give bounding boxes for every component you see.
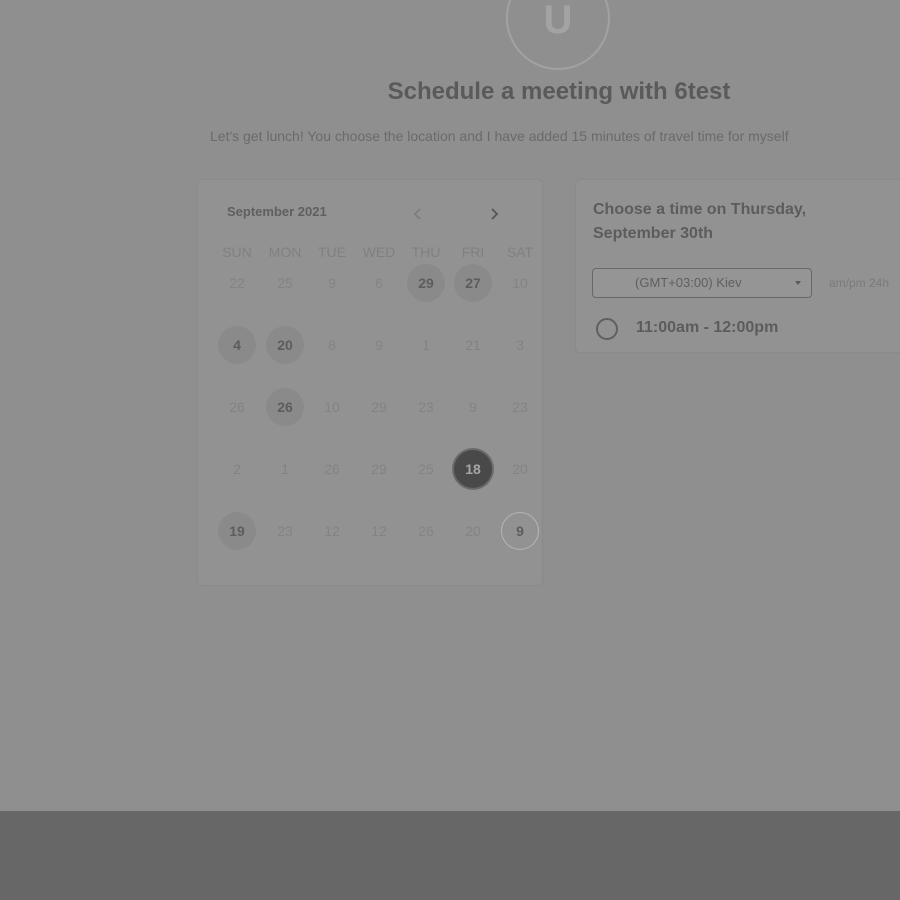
time-slot-option[interactable]: 11:00am - 12:00pm [596, 317, 856, 343]
calendar-day: 25 [418, 461, 434, 477]
calendar-day: 23 [512, 399, 528, 415]
weekday-label: MON [268, 244, 302, 260]
weekday-label: TUE [318, 244, 346, 260]
calendar-day: 21 [465, 337, 481, 353]
page-title: Schedule a meeting with 6test [387, 78, 731, 105]
calendar-day[interactable]: 26 [266, 388, 304, 426]
calendar-day[interactable]: 29 [407, 264, 445, 302]
timezone-select[interactable]: (GMT+03:00) Kiev [592, 268, 812, 298]
page-description: Let's get lunch! You choose the location… [210, 128, 789, 144]
previous-month-button[interactable] [406, 202, 430, 226]
time-heading: Choose a time on Thursday, September 30t… [593, 201, 807, 242]
caret-down-icon [795, 281, 801, 285]
timezone-value: (GMT+03:00) Kiev [635, 275, 742, 290]
calendar-day: 8 [328, 337, 336, 353]
calendar-day: 1 [281, 461, 289, 477]
time-selection-panel: Choose a time on Thursday, September 30t… [576, 180, 900, 352]
chevron-right-icon [491, 208, 499, 220]
calendar-day: 12 [371, 523, 387, 539]
calendar-day: 26 [418, 523, 434, 539]
calendar-day: 20 [512, 461, 528, 477]
calendar-day[interactable]: 19 [218, 512, 256, 550]
calendar-day: 26 [324, 461, 340, 477]
calendar-day: 10 [512, 275, 528, 291]
month-label: September 2021 [227, 204, 327, 219]
weekday-label: FRI [461, 244, 485, 260]
calendar-day: 9 [328, 275, 336, 291]
chevron-left-icon [413, 208, 421, 220]
calendar-day: 25 [277, 275, 293, 291]
calendar-day-selected[interactable]: 18 [454, 450, 492, 488]
calendar-day[interactable]: 9 [501, 512, 539, 550]
calendar-day: 1 [422, 337, 430, 353]
calendar-day: 23 [418, 399, 434, 415]
calendar-day: 10 [324, 399, 340, 415]
calendar-days-grid: 22 25 9 6 29 27 10 4 20 8 9 1 21 3 26 26 10 29 23 9 23 2 1 26 29… [214, 264, 544, 575]
calendar-day: 6 [375, 275, 383, 291]
radio-icon[interactable] [596, 318, 618, 340]
calendar-day: 20 [465, 523, 481, 539]
time-slot-label: 11:00am - 12:00pm [636, 319, 779, 336]
avatar: U [506, 0, 610, 70]
calendar-day: 12 [324, 523, 340, 539]
calendar-day[interactable]: 4 [218, 326, 256, 364]
calendar-day: 3 [516, 337, 524, 353]
calendar-day[interactable]: 20 [266, 326, 304, 364]
calendar-day: 22 [229, 275, 245, 291]
calendar-day: 29 [371, 399, 387, 415]
calendar-day: 9 [375, 337, 383, 353]
date-picker-calendar: September 2021 SUN MON TUE WED THU FRI SAT 22 2… [198, 180, 542, 585]
weekday-label: THU [411, 244, 441, 260]
calendar-day: 29 [371, 461, 387, 477]
next-month-button[interactable] [482, 202, 506, 226]
modal-overlay: U Schedule a meeting with 6test Let's ge… [0, 0, 900, 811]
calendar-day[interactable]: 27 [454, 264, 492, 302]
weekday-label: SUN [222, 244, 252, 260]
calendar-day: 2 [233, 461, 241, 477]
weekday-label: SAT [506, 244, 534, 260]
calendar-day: 26 [229, 399, 245, 415]
calendar-day: 9 [469, 399, 477, 415]
calendar-day: 23 [277, 523, 293, 539]
weekday-label: WED [362, 244, 396, 260]
time-format-toggle[interactable]: am/pm 24h [829, 276, 889, 290]
